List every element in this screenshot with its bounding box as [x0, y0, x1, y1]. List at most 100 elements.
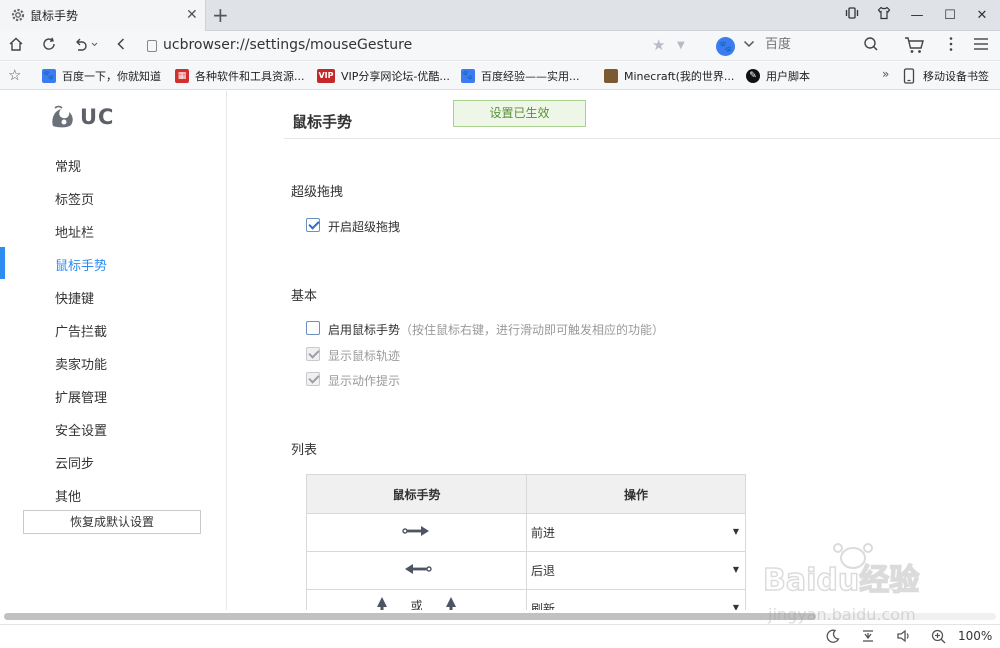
new-tab-button[interactable]: +: [212, 4, 229, 26]
shirt-skin-icon[interactable]: [874, 6, 894, 26]
bookmark-star-icon[interactable]: ★: [652, 36, 665, 54]
zoom-level[interactable]: 100%: [958, 629, 992, 643]
left-arrow-icon: [404, 564, 432, 574]
sidebar-item-mouse-gesture[interactable]: 鼠标手势: [55, 255, 107, 274]
section-title-super-drag: 超级拖拽: [291, 185, 344, 200]
table-row: 或 刷新 ▼: [306, 589, 746, 610]
up-arrow-icon: [446, 597, 457, 610]
sidebar-item-cloud-sync[interactable]: 云同步: [55, 453, 94, 472]
search-input[interactable]: [765, 37, 855, 52]
super-drag-checkbox[interactable]: [306, 218, 320, 232]
gear-icon: [11, 8, 25, 22]
tab-bar: 鼠标手势 ✕ + — ☐ ✕: [0, 0, 1000, 31]
back-icon[interactable]: [111, 36, 131, 56]
search-icon[interactable]: [861, 36, 881, 56]
navigation-bar: ucbrowser://settings/mouseGesture ★ ▼ 🐾: [0, 31, 1000, 61]
undo-dropdown-icon[interactable]: [73, 36, 101, 56]
horizontal-scrollbar[interactable]: [0, 610, 1000, 624]
bookmark-item[interactable]: Minecraft(我的世界...: [604, 67, 734, 85]
sidebar-item-seller[interactable]: 卖家功能: [55, 354, 107, 373]
bookmarks-bar: ☆ 🐾 百度一下，你就知道 ▦ 各种软件和工具资源... VIP VIP分享网论…: [0, 62, 1000, 90]
scrollbar-thumb[interactable]: [4, 613, 816, 620]
table-row: 后退 ▼: [306, 551, 746, 590]
sidebar-item-shortcuts[interactable]: 快捷键: [55, 288, 94, 307]
column-header-gesture: 鼠标手势: [306, 474, 527, 514]
enable-gesture-hint: （按住鼠标右键，进行滑动即可触发相应的功能）: [400, 323, 665, 337]
minecraft-block-icon: [604, 69, 618, 83]
settings-content: 设置已生效 鼠标手势 超级拖拽 开启超级拖拽 基本 启用鼠标手势（按住鼠标右键，…: [228, 91, 1000, 610]
bookmark-dropdown-icon[interactable]: ▼: [677, 40, 685, 51]
dropdown-arrow-icon: ▼: [732, 565, 739, 574]
show-trail-label: 显示鼠标轨迹: [328, 349, 401, 363]
home-icon[interactable]: [6, 36, 26, 56]
table-row: 前进 ▼: [306, 513, 746, 552]
enable-gesture-label: 启用鼠标手势（按住鼠标右键，进行滑动即可触发相应的功能）: [328, 321, 664, 338]
gesture-cell: [306, 551, 527, 590]
mobile-bookmarks-label: 移动设备书签: [923, 70, 989, 83]
action-select[interactable]: 后退 ▼: [526, 551, 746, 590]
baidu-paw-icon[interactable]: 🐾: [716, 37, 735, 56]
close-window-button[interactable]: ✕: [972, 6, 992, 26]
enable-gesture-checkbox[interactable]: [306, 321, 320, 335]
more-vertical-icon[interactable]: [941, 36, 961, 56]
bookmark-item[interactable]: VIP VIP分享网论坛-优酷...: [317, 67, 450, 85]
address-bar[interactable]: ucbrowser://settings/mouseGesture: [163, 37, 412, 53]
userscript-icon: ✎: [746, 69, 760, 83]
saved-toast: 设置已生效: [453, 100, 586, 127]
tab-title: 鼠标手势: [30, 9, 79, 23]
volume-icon[interactable]: [896, 629, 912, 647]
download-icon[interactable]: [861, 629, 875, 647]
bookmarks-overflow-button[interactable]: »: [882, 67, 889, 81]
up-arrow-icon: [376, 597, 387, 610]
active-indicator: [0, 247, 5, 279]
action-value: 后退: [531, 564, 556, 578]
star-icon[interactable]: ☆: [8, 66, 21, 84]
night-mode-icon[interactable]: [826, 629, 840, 647]
show-trail-checkbox[interactable]: [306, 347, 320, 361]
sidebar-item-tabs[interactable]: 标签页: [55, 189, 94, 208]
tab-mouse-gesture[interactable]: 鼠标手势 ✕: [0, 0, 206, 31]
bookmark-item[interactable]: ▦ 各种软件和工具资源...: [175, 67, 305, 85]
tab-close-icon[interactable]: ✕: [186, 7, 198, 23]
maximize-button[interactable]: ☐: [940, 6, 960, 26]
action-select[interactable]: 前进 ▼: [526, 513, 746, 552]
menu-icon[interactable]: [971, 36, 991, 56]
red-badge-icon: ▦: [175, 69, 189, 83]
zoom-in-icon[interactable]: [931, 629, 946, 648]
bookmark-label: 各种软件和工具资源...: [195, 70, 305, 83]
sidebar-item-adblock[interactable]: 广告拦截: [55, 321, 107, 340]
uc-squirrel-icon: [52, 105, 73, 128]
bookmark-label: 百度经验——实用...: [481, 70, 580, 83]
sidebar-item-extensions[interactable]: 扩展管理: [55, 387, 107, 406]
bookmark-item[interactable]: ✎ 用户脚本: [746, 67, 810, 85]
shopping-cart-icon[interactable]: [903, 36, 927, 56]
sidebar-item-general[interactable]: 常规: [55, 156, 81, 175]
action-value: 刷新: [531, 602, 556, 610]
uc-logo: UC: [50, 105, 114, 129]
reset-defaults-button[interactable]: 恢复成默认设置: [23, 510, 201, 534]
show-hint-label: 显示动作提示: [328, 374, 401, 388]
mobile-bookmarks[interactable]: 移动设备书签: [903, 67, 989, 85]
enable-gesture-text: 启用鼠标手势: [328, 323, 401, 337]
settings-sidebar: UC 常规 标签页 地址栏 鼠标手势 快捷键 广告拦截 卖家功能 扩展管理 安全…: [0, 91, 227, 610]
show-hint-checkbox[interactable]: [306, 372, 320, 386]
bookmark-label: Minecraft(我的世界...: [624, 70, 735, 83]
divider: [284, 138, 1000, 139]
baidu-paw-icon: 🐾: [42, 69, 56, 83]
sidebar-item-security[interactable]: 安全设置: [55, 420, 107, 439]
gesture-cell: [306, 513, 527, 552]
vibrate-icon[interactable]: [842, 6, 862, 26]
page-title: 鼠标手势: [292, 113, 353, 131]
bookmark-item[interactable]: 🐾 百度一下，你就知道: [42, 67, 161, 85]
bookmark-item[interactable]: 🐾 百度经验——实用...: [461, 67, 580, 85]
dropdown-arrow-icon: ▼: [732, 603, 739, 610]
minimize-button[interactable]: —: [907, 6, 927, 26]
vip-icon: VIP: [317, 69, 335, 83]
engine-dropdown-icon[interactable]: [743, 39, 755, 52]
refresh-icon[interactable]: [39, 36, 59, 56]
gesture-table: 鼠标手势 操作 前进 ▼ 后退 ▼ 或 刷新 ▼: [306, 474, 746, 610]
dropdown-arrow-icon: ▼: [732, 527, 739, 536]
action-select[interactable]: 刷新 ▼: [526, 589, 746, 610]
sidebar-item-other[interactable]: 其他: [55, 486, 81, 505]
sidebar-item-address-bar[interactable]: 地址栏: [55, 222, 94, 241]
